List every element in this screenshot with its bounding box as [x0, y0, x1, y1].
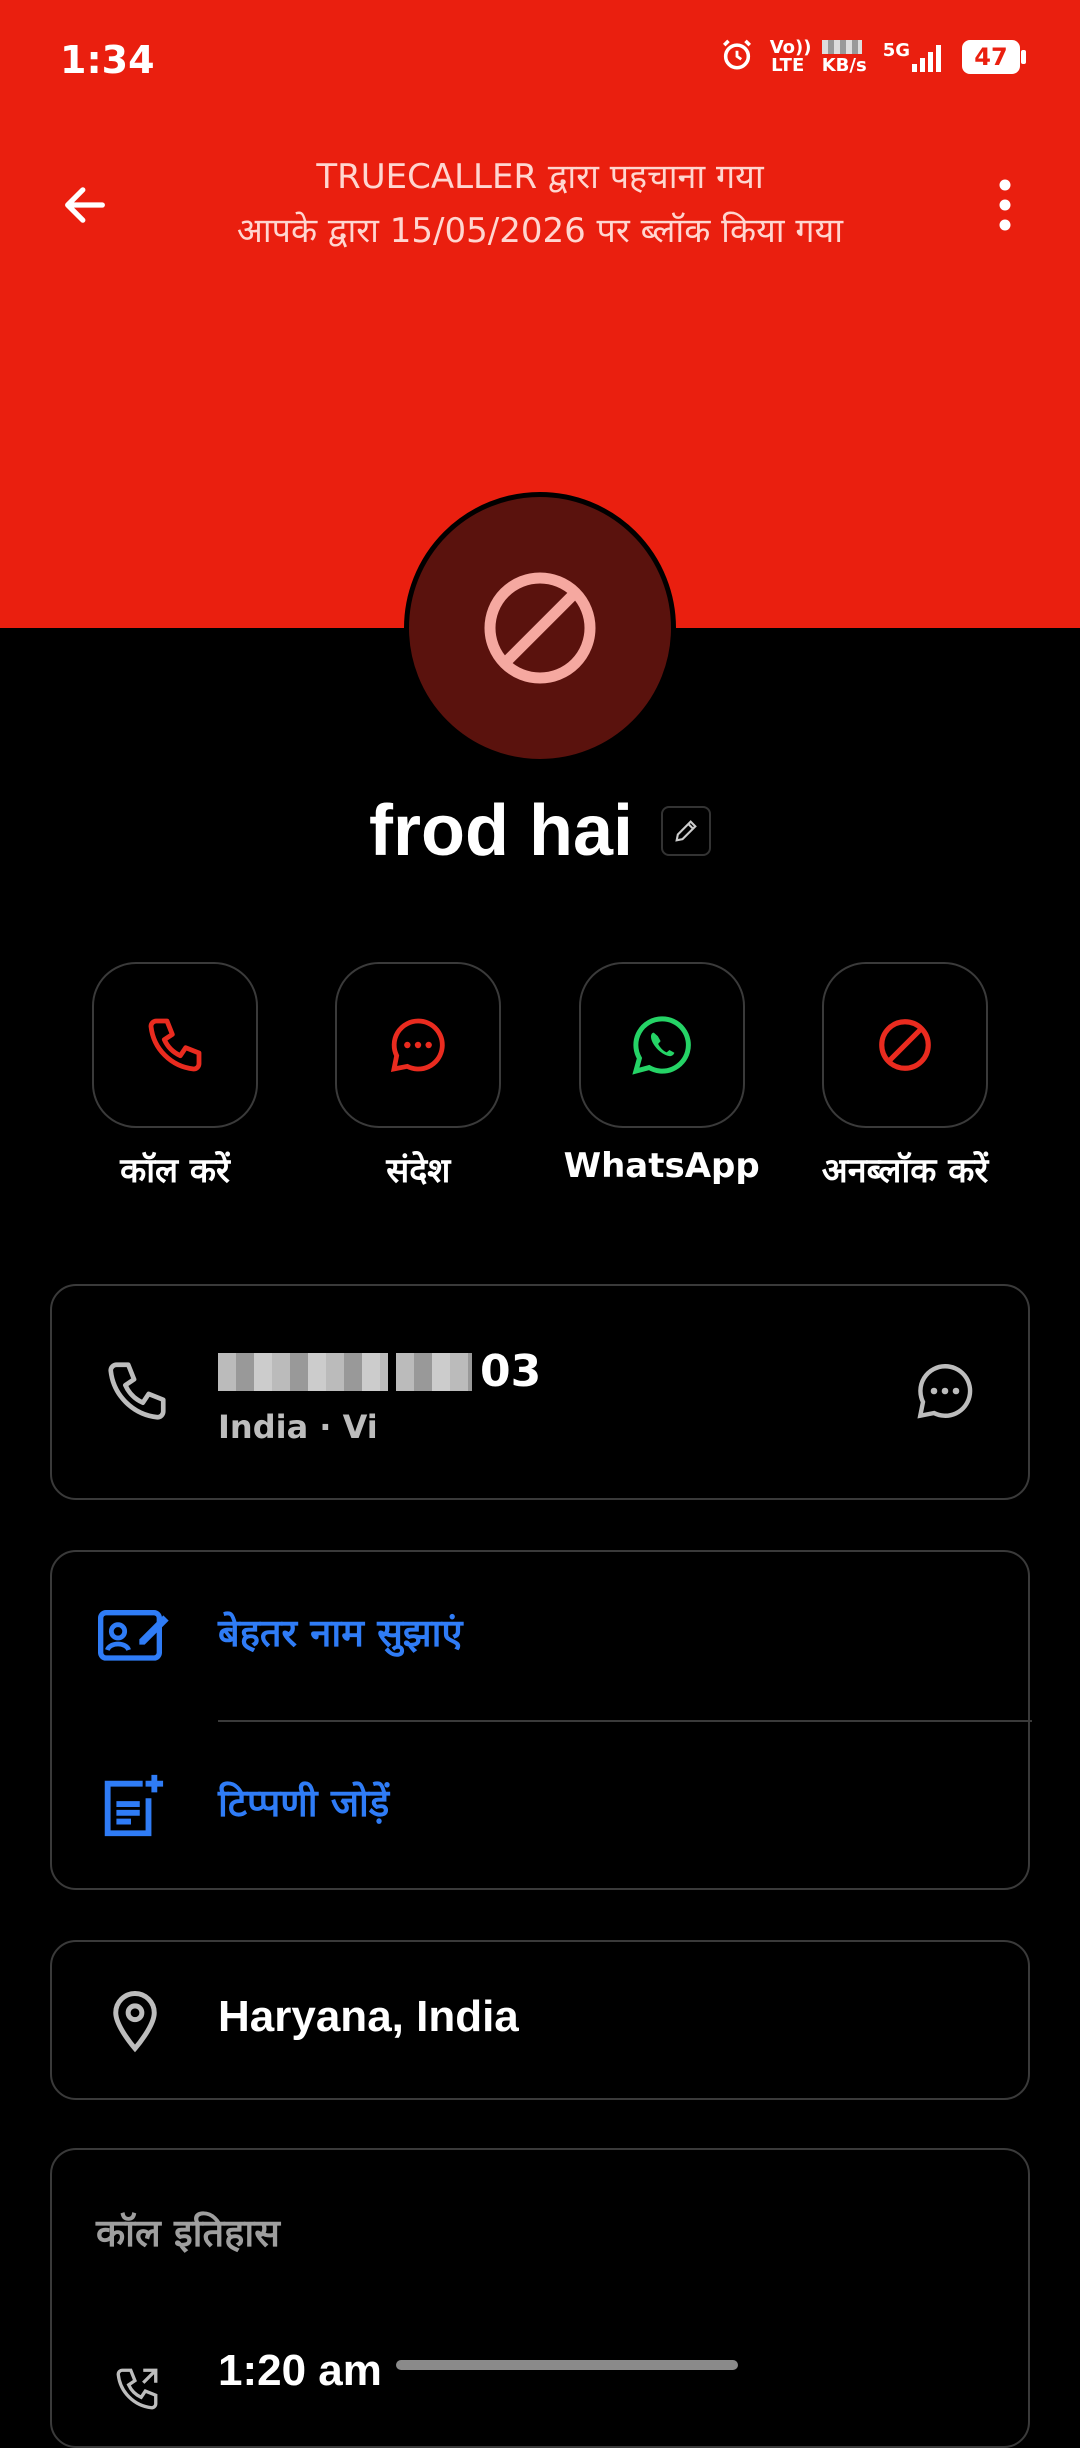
redacted-number-part [396, 1352, 472, 1391]
edit-name-button[interactable] [661, 806, 711, 856]
call-history-card: कॉल इतिहास 1:20 am [50, 2148, 1030, 2448]
blocked-icon [484, 572, 596, 684]
unblock-action[interactable]: अनब्लॉक करें [790, 962, 1020, 1192]
phone-icon [148, 1018, 202, 1072]
identified-by-line: TRUECALLER द्वारा पहचाना गया [316, 157, 764, 197]
speed-unit: KB/s [821, 54, 867, 76]
redacted-number-part [218, 1352, 388, 1391]
whatsapp-button[interactable] [578, 962, 745, 1128]
options-card: बेहतर नाम सुझाएं टिप्पणी जोड़ें [50, 1550, 1032, 1892]
message-label: संदेश [386, 1151, 451, 1191]
alarm-icon [720, 38, 754, 76]
suggest-name-icon [98, 1610, 169, 1661]
message-action[interactable]: संदेश [303, 962, 533, 1192]
phone-number-card[interactable]: 03 India · Vi [50, 1284, 1030, 1500]
whatsapp-icon [631, 1016, 691, 1075]
location-pin-icon [113, 1991, 157, 2053]
phone-icon [108, 1362, 166, 1420]
add-note-label: टिप्पणी जोड़ें [218, 1781, 390, 1825]
network-speed: KB/s [821, 39, 867, 76]
identified-blocked-info: TRUECALLER द्वारा पहचाना गया आपके द्वारा… [150, 150, 930, 258]
status-time: 1:34 [60, 38, 155, 82]
network-type: 5G [882, 40, 910, 61]
blocked-date-line: आपके द्वारा 15/05/2026 पर ब्लॉक किया गया [236, 211, 844, 251]
back-arrow-icon [65, 187, 105, 223]
whatsapp-label: WhatsApp [563, 1146, 760, 1186]
add-note-icon [104, 1774, 164, 1837]
pencil-icon [675, 820, 697, 842]
home-indicator[interactable] [396, 2360, 738, 2370]
more-vertical-icon [999, 179, 1011, 231]
call-button[interactable] [92, 962, 258, 1128]
add-note-row[interactable]: टिप्पणी जोड़ें [52, 1722, 1032, 1892]
signal-icon: 5G [883, 42, 946, 72]
contact-name-row: frod hai [0, 790, 1080, 872]
volte-indicator: Vo)) LTE [769, 37, 812, 76]
send-message-button[interactable] [912, 1358, 978, 1428]
speed-value-blur [821, 39, 862, 54]
avatar [404, 492, 676, 764]
message-icon [917, 1364, 973, 1419]
outgoing-call-icon [116, 2368, 158, 2410]
message-icon [391, 1018, 445, 1073]
phone-number-visible: 03 [480, 1346, 542, 1397]
call-history-title: कॉल इतिहास [96, 2211, 280, 2255]
suggest-name-label: बेहतर नाम सुझाएं [218, 1611, 463, 1655]
unblock-label: अनब्लॉक करें [821, 1151, 989, 1191]
call-action[interactable]: कॉल करें [60, 962, 290, 1192]
unblock-button[interactable] [821, 962, 988, 1128]
back-button[interactable] [50, 170, 120, 240]
location-label: Haryana, India [218, 1992, 519, 2041]
block-icon [879, 1019, 931, 1071]
message-button[interactable] [335, 962, 502, 1128]
suggest-name-row[interactable]: बेहतर नाम सुझाएं [52, 1552, 1032, 1722]
battery-icon: 47 [962, 40, 1026, 74]
call-label: कॉल करें [120, 1151, 230, 1191]
location-card: Haryana, India [50, 1940, 1030, 2100]
status-bar-icons: Vo)) LTE KB/s 5G 47 [720, 37, 1026, 76]
more-options-button[interactable] [980, 170, 1030, 240]
contact-name: frod hai [369, 791, 633, 871]
whatsapp-action[interactable]: WhatsApp [547, 962, 777, 1192]
action-buttons: कॉल करें संदेश WhatsApp अनब्लॉक करें [60, 962, 1020, 1192]
phone-country-carrier: India · Vi [218, 1408, 378, 1446]
call-history-time: 1:20 am [218, 2346, 382, 2395]
phone-number: 03 [218, 1346, 541, 1397]
